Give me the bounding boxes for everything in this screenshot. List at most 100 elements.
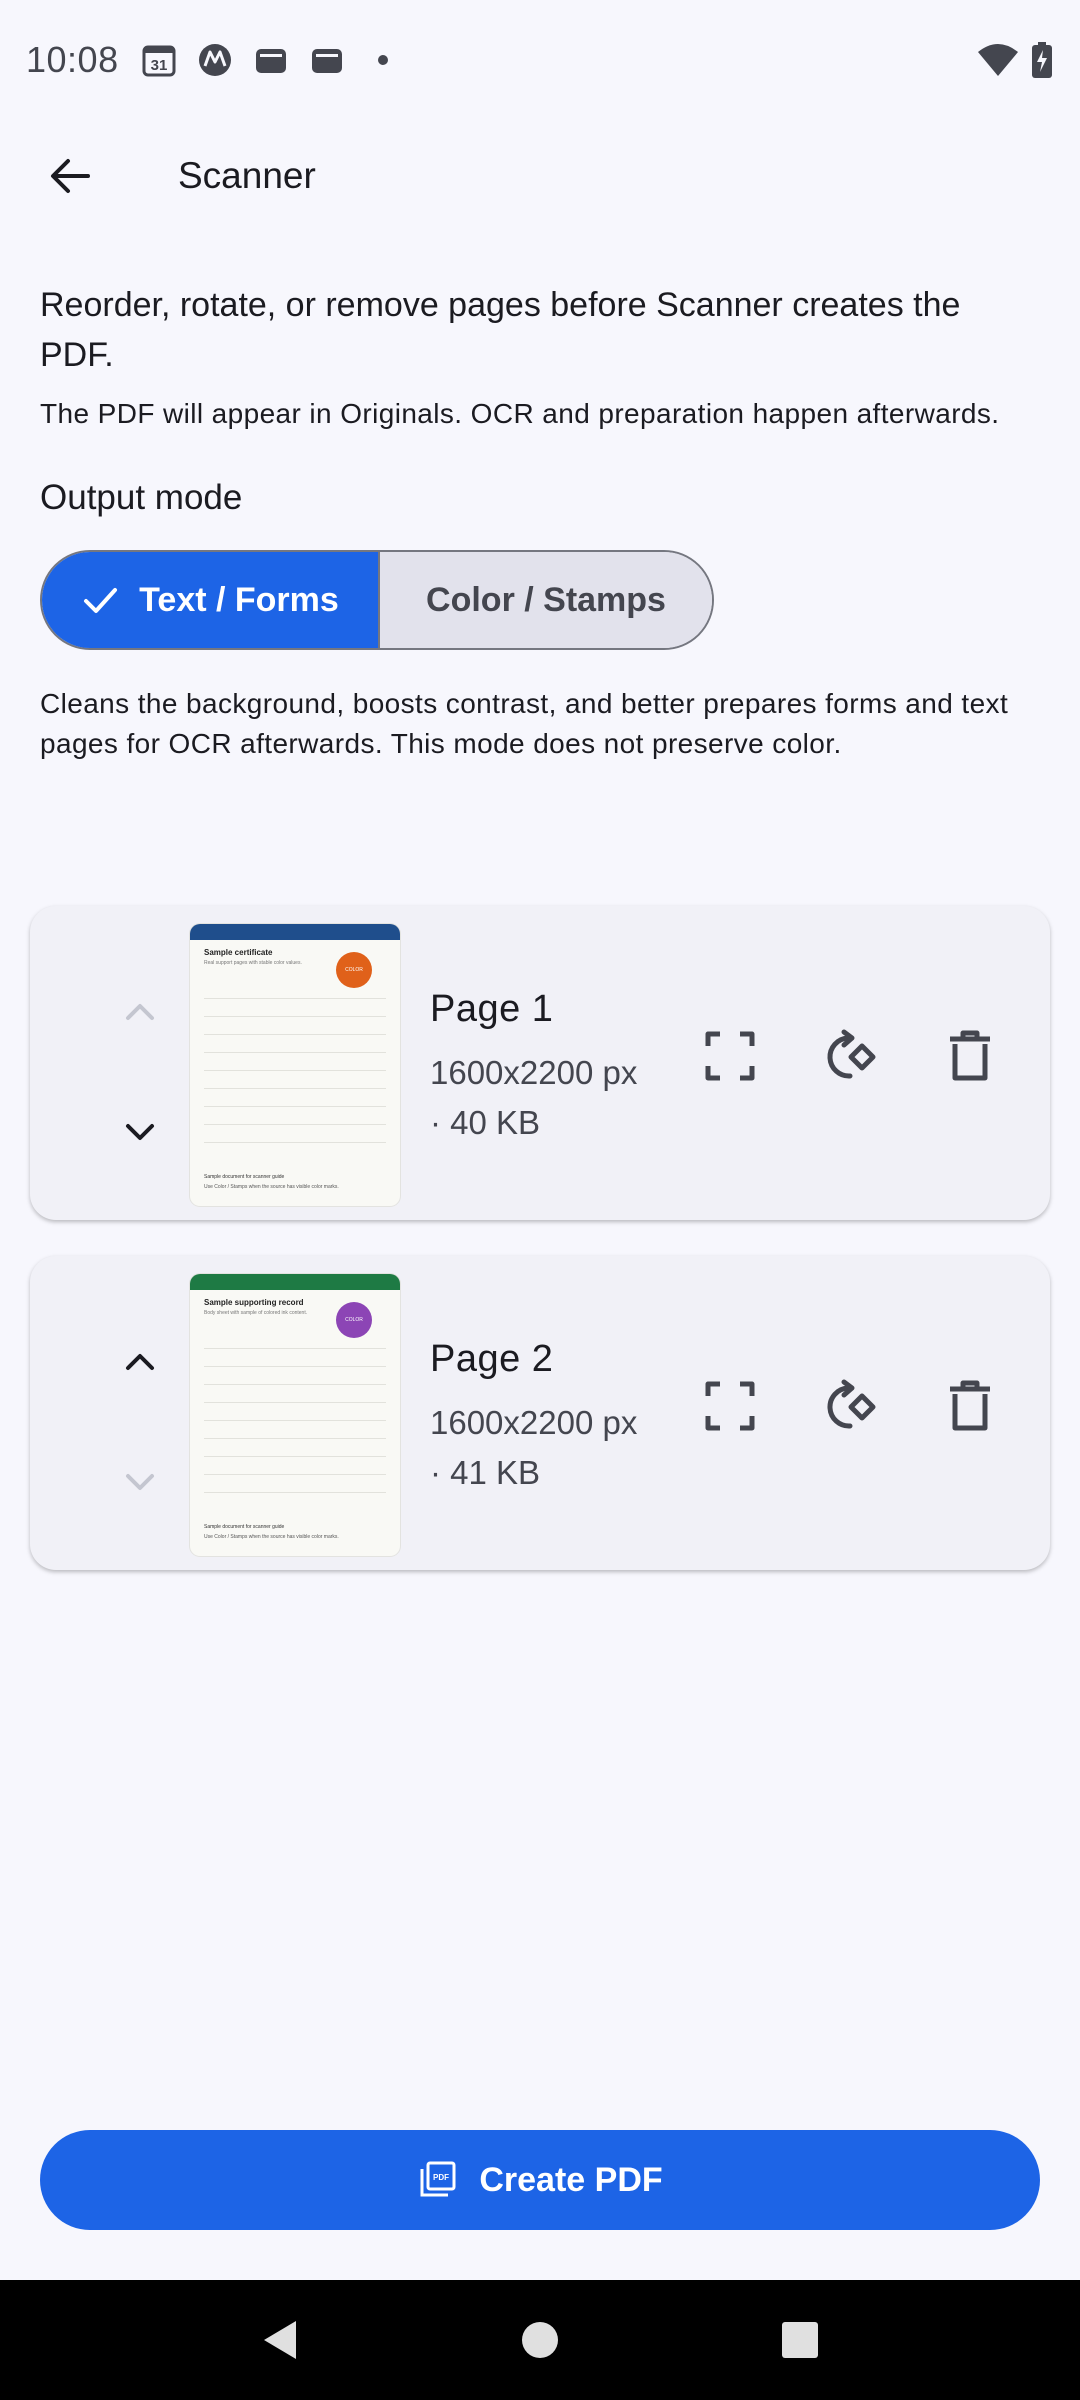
thumbnail-line (204, 1106, 386, 1107)
page-meta: 1600x2200 px · 41 KB (430, 1398, 670, 1498)
page-title: Scanner (178, 155, 316, 196)
arrow-back-icon (51, 159, 90, 193)
nav-recents-icon (782, 2322, 818, 2358)
content: Reorder, rotate, or remove pages before … (40, 280, 1040, 764)
svg-text:PDF: PDF (433, 2173, 449, 2182)
page-dimensions: 1600x2200 px (430, 1054, 638, 1091)
motorola-icon (197, 42, 233, 78)
calendar-icon: 31 (141, 42, 177, 78)
page-meta: 1600x2200 px · 40 KB (430, 1048, 670, 1148)
thumbnail-doc-title: Sample certificate (204, 948, 273, 957)
thumbnail-line (204, 1088, 386, 1089)
nav-home-icon (522, 2322, 558, 2358)
move-down-button[interactable] (80, 1082, 200, 1182)
thumbnail-line (204, 1492, 386, 1493)
status-bar: 10:08 31 (0, 0, 1080, 120)
thumbnail-line (204, 1420, 386, 1421)
text-forms-label: Text / Forms (139, 580, 339, 619)
thumbnail-line (204, 1034, 386, 1035)
rotate-button[interactable] (800, 1356, 900, 1456)
thumbnail-footer-note: Use Color / Stamps when the source has v… (204, 1534, 339, 1540)
move-up-button[interactable] (80, 962, 200, 1062)
delete-icon (950, 1380, 990, 1431)
wifi-icon (976, 42, 1020, 78)
page-title-label: Page 2 (430, 1338, 554, 1380)
page-thumbnail[interactable]: Sample supporting record Body sheet with… (190, 1274, 400, 1556)
check-icon (84, 588, 118, 613)
battery-charging-icon (1030, 42, 1054, 78)
crop-icon (705, 1031, 755, 1081)
crop-button[interactable] (680, 1356, 780, 1456)
thumbnail-doc-title: Sample supporting record (204, 1298, 304, 1307)
chevron-down-icon (126, 1474, 154, 1490)
page-title-label: Page 1 (430, 988, 554, 1030)
page-file-size: · 40 KB (430, 1104, 541, 1141)
nav-back-icon (264, 2321, 296, 2359)
delete-button[interactable] (920, 1356, 1020, 1456)
nav-recents-button[interactable] (760, 2300, 840, 2380)
delete-button[interactable] (920, 1006, 1020, 1106)
thumbnail-line (204, 1016, 386, 1017)
wallet-icon (253, 42, 289, 78)
thumbnail-line (204, 1402, 386, 1403)
output-mode-selector: Text / Forms Color / Stamps (40, 550, 714, 650)
thumbnail-header-bar (190, 924, 400, 940)
thumbnail-footer: Sample document for scanner guide (204, 1524, 285, 1530)
status-time: 10:08 (26, 39, 119, 80)
page-card: Sample supporting record Body sheet with… (30, 1256, 1050, 1570)
dot-icon (365, 42, 401, 78)
output-mode-label: Output mode (40, 478, 243, 517)
chevron-down-icon (126, 1124, 154, 1140)
svg-text:31: 31 (150, 57, 167, 74)
thumbnail-line (204, 1142, 386, 1143)
scanner-screen: 10:08 31 Scanner Reorder, rotate, or rem… (0, 0, 1080, 2400)
rotate-button[interactable] (800, 1006, 900, 1106)
page-file-size: · 41 KB (430, 1454, 541, 1491)
system-icons (976, 42, 1054, 78)
thumbnail-color-badge: COLOR (336, 952, 372, 988)
thumbnail-line (204, 1124, 386, 1125)
crop-button[interactable] (680, 1006, 780, 1106)
intro-headline: Reorder, rotate, or remove pages before … (40, 286, 961, 374)
thumbnail-color-badge: COLOR (336, 1302, 372, 1338)
rotate-icon (827, 1029, 876, 1079)
page-thumbnail[interactable]: Sample certificate Real support pages wi… (190, 924, 400, 1206)
thumbnail-line (204, 1438, 386, 1439)
rotate-icon (827, 1379, 876, 1429)
text-forms-option[interactable]: Text / Forms (42, 552, 378, 648)
wallet-icon (309, 42, 345, 78)
move-up-button[interactable] (80, 1312, 200, 1412)
thumbnail-header-bar (190, 1274, 400, 1290)
nav-home-button[interactable] (500, 2300, 580, 2380)
thumbnail-line (204, 1474, 386, 1475)
create-pdf-label: Create PDF (479, 2160, 663, 2199)
thumbnail-footer-note: Use Color / Stamps when the source has v… (204, 1184, 339, 1190)
thumbnail-line (204, 1366, 386, 1367)
app-bar: Scanner (0, 120, 1080, 232)
thumbnail-line (204, 1384, 386, 1385)
back-button[interactable] (22, 128, 118, 224)
create-pdf-button[interactable]: PDF Create PDF (40, 2130, 1040, 2230)
thumbnail-line (204, 1070, 386, 1071)
page-dimensions: 1600x2200 px (430, 1404, 638, 1441)
thumbnail-line (204, 1456, 386, 1457)
color-stamps-label: Color / Stamps (426, 580, 666, 619)
move-down-button[interactable] (80, 1432, 200, 1532)
delete-icon (950, 1030, 990, 1081)
color-stamps-option[interactable]: Color / Stamps (378, 552, 712, 648)
thumbnail-line (204, 998, 386, 999)
pdf-icon: PDF (420, 2161, 456, 2197)
nav-back-button[interactable] (240, 2300, 320, 2380)
crop-icon (705, 1381, 755, 1431)
chevron-up-icon (126, 1354, 154, 1370)
system-navigation-bar (0, 2280, 1080, 2400)
intro-subtext: The PDF will appear in Originals. OCR an… (40, 398, 1000, 429)
thumbnail-line (204, 1052, 386, 1053)
thumbnail-line (204, 1348, 386, 1349)
thumbnail-doc-subtitle: Body sheet with sample of colored ink co… (204, 1310, 308, 1316)
thumbnail-footer: Sample document for scanner guide (204, 1174, 285, 1180)
thumbnail-doc-subtitle: Real support pages with stable color val… (204, 960, 302, 966)
chevron-up-icon (126, 1004, 154, 1020)
notification-icons: 31 (141, 42, 401, 78)
output-mode-description: Cleans the background, boosts contrast, … (40, 688, 1009, 759)
